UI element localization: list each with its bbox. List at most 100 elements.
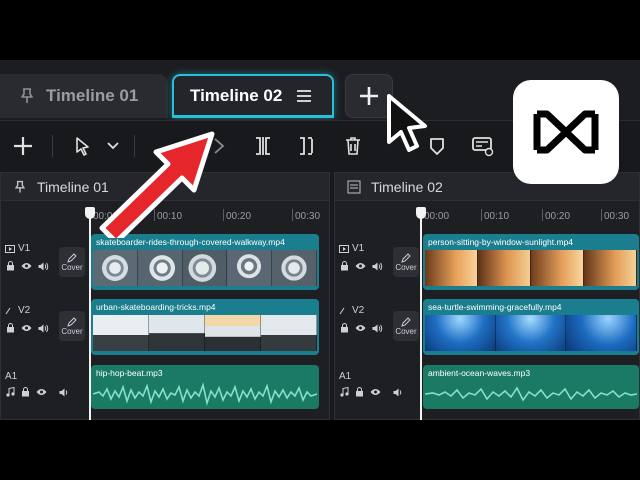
thumbnail bbox=[227, 250, 273, 286]
audio-clip[interactable]: hip-hop-beat.mp3 bbox=[91, 365, 319, 409]
track-name: A1 bbox=[5, 371, 18, 382]
thumbnail bbox=[149, 315, 205, 351]
playhead[interactable] bbox=[420, 217, 422, 420]
tab-label: Timeline 01 bbox=[46, 86, 139, 105]
video-clip[interactable]: urban-skateboarding-tricks.mp4 bbox=[91, 299, 319, 355]
tick-mark bbox=[542, 209, 543, 221]
tab-timeline-02[interactable]: Timeline 02 bbox=[172, 74, 334, 118]
time-ruler[interactable]: 00:00 00:10 00:20 00:30 bbox=[335, 201, 639, 227]
lock-icon[interactable] bbox=[6, 261, 15, 271]
cover-button[interactable]: Cover bbox=[59, 311, 85, 341]
tab-label: Timeline 02 bbox=[190, 85, 283, 105]
eye-icon[interactable] bbox=[370, 388, 381, 396]
hamburger-menu-icon[interactable] bbox=[296, 89, 312, 103]
video-track-icon bbox=[339, 307, 345, 314]
eye-icon[interactable] bbox=[355, 262, 366, 270]
track-name: V2 bbox=[339, 305, 364, 316]
clip-name: person-sitting-by-window-sunlight.mp4 bbox=[428, 237, 574, 247]
track-header-v2: V2 Cover bbox=[1, 297, 89, 359]
lock-icon[interactable] bbox=[355, 387, 364, 397]
music-note-icon bbox=[340, 387, 349, 397]
cover-button[interactable]: Cover bbox=[393, 247, 419, 277]
volume-icon[interactable] bbox=[372, 324, 383, 333]
thumbnail bbox=[205, 315, 261, 351]
pin-icon bbox=[21, 88, 33, 103]
thumbnail bbox=[93, 250, 138, 286]
split-button[interactable] bbox=[250, 133, 276, 159]
auto-caption-button[interactable] bbox=[470, 133, 496, 159]
tick-label: 00:00 bbox=[424, 211, 450, 222]
video-clip[interactable]: skateboarder-rides-through-covered-walkw… bbox=[91, 234, 319, 290]
video-clip[interactable]: sea-turtle-swimming-gracefully.mp4 bbox=[423, 299, 639, 355]
track-controls bbox=[340, 387, 404, 397]
lock-icon[interactable] bbox=[6, 323, 15, 333]
menu-icon bbox=[347, 180, 361, 193]
eye-icon[interactable] bbox=[355, 324, 366, 332]
edit-icon bbox=[401, 316, 411, 327]
tick-mark bbox=[223, 209, 224, 221]
volume-icon[interactable] bbox=[59, 388, 70, 397]
thumbnail bbox=[584, 250, 637, 286]
clip-name: sea-turtle-swimming-gracefully.mp4 bbox=[428, 302, 562, 312]
letterbox-bottom bbox=[0, 420, 640, 480]
video-track-icon bbox=[5, 307, 11, 314]
track-controls bbox=[6, 261, 49, 271]
capcut-logo bbox=[513, 80, 619, 184]
video-clip[interactable]: person-sitting-by-window-sunlight.mp4 bbox=[423, 234, 639, 290]
eye-icon[interactable] bbox=[36, 388, 47, 396]
cover-button[interactable]: Cover bbox=[59, 247, 85, 277]
thumbnail bbox=[182, 250, 228, 286]
track-name: V2 bbox=[5, 305, 30, 316]
thumbnail bbox=[272, 250, 317, 286]
eye-icon[interactable] bbox=[21, 324, 32, 332]
edit-icon bbox=[67, 316, 77, 327]
clip-thumbnails bbox=[425, 250, 637, 286]
thumbnail bbox=[495, 315, 567, 351]
volume-icon[interactable] bbox=[393, 388, 404, 397]
track-controls bbox=[6, 323, 49, 333]
lock-icon[interactable] bbox=[340, 261, 349, 271]
edit-icon bbox=[401, 252, 411, 263]
tab-timeline-01[interactable]: Timeline 01 bbox=[0, 74, 168, 118]
playhead[interactable] bbox=[89, 217, 91, 420]
audio-waveform bbox=[425, 386, 637, 402]
volume-icon[interactable] bbox=[38, 262, 49, 271]
clip-thumbnails bbox=[93, 250, 317, 286]
volume-icon[interactable] bbox=[372, 262, 383, 271]
clip-name: hip-hop-beat.mp3 bbox=[96, 368, 163, 378]
tick-label: 00:30 bbox=[604, 211, 630, 222]
edit-icon bbox=[67, 252, 77, 263]
clip-name: ambient-ocean-waves.mp3 bbox=[428, 368, 531, 378]
track-name: A1 bbox=[339, 371, 352, 382]
thumbnail bbox=[261, 315, 317, 351]
track-controls bbox=[340, 261, 383, 271]
thumbnail bbox=[137, 250, 183, 286]
video-track-icon bbox=[339, 244, 349, 253]
mouse-cursor-icon bbox=[387, 94, 427, 152]
capcut-logo-icon bbox=[533, 110, 599, 154]
delete-icon bbox=[346, 137, 360, 155]
thumbnail bbox=[425, 315, 496, 351]
trim-icon bbox=[300, 137, 313, 155]
tick-label: 00:30 bbox=[295, 211, 321, 222]
track-name: V1 bbox=[5, 243, 30, 254]
track-header-v1: V1 Cover bbox=[335, 233, 423, 295]
delete-button[interactable] bbox=[340, 133, 366, 159]
volume-icon[interactable] bbox=[38, 324, 49, 333]
thumbnail bbox=[478, 250, 531, 286]
lock-icon[interactable] bbox=[340, 323, 349, 333]
clip-name: skateboarder-rides-through-covered-walkw… bbox=[96, 237, 285, 247]
eye-icon[interactable] bbox=[21, 262, 32, 270]
lock-icon[interactable] bbox=[21, 387, 30, 397]
audio-clip[interactable]: ambient-ocean-waves.mp3 bbox=[423, 365, 639, 409]
thumbnail bbox=[425, 250, 478, 286]
caption-icon bbox=[472, 137, 494, 157]
add-button[interactable] bbox=[10, 133, 36, 159]
toolbar-divider bbox=[52, 135, 53, 157]
annotation-arrow-icon bbox=[99, 131, 215, 238]
cover-button[interactable]: Cover bbox=[393, 311, 419, 341]
audio-waveform bbox=[93, 382, 317, 406]
thumbnail bbox=[531, 250, 584, 286]
trim-button[interactable] bbox=[294, 133, 320, 159]
split-icon bbox=[256, 137, 270, 155]
